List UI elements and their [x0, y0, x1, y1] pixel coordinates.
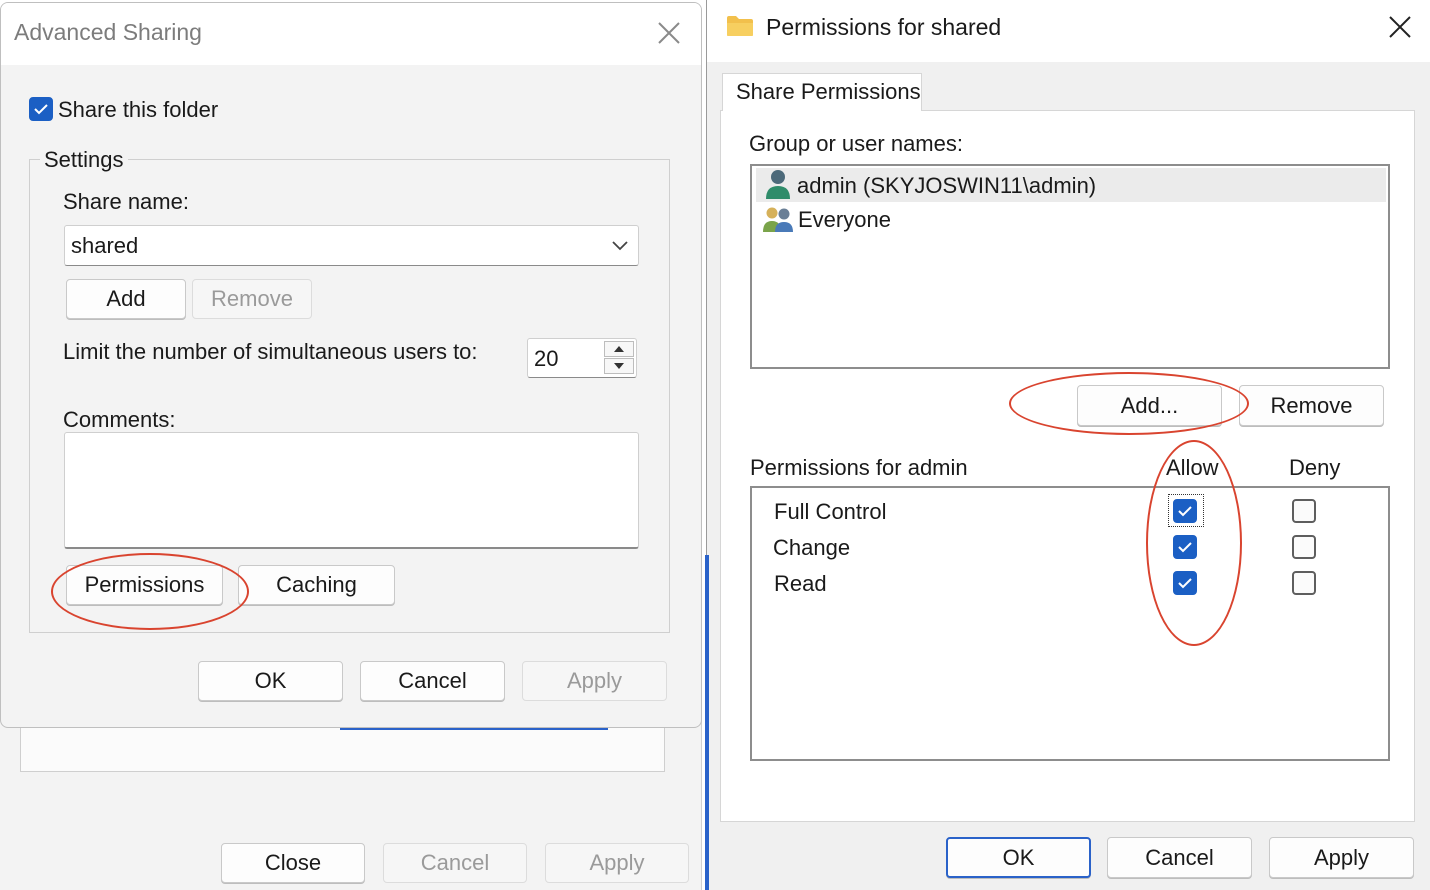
comments-label: Comments: [63, 407, 176, 432]
user-limit-value: 20 [534, 346, 559, 371]
group-names-label: Group or user names: [749, 131, 963, 156]
background-progress-line [340, 728, 608, 730]
dialog-title: Advanced Sharing [14, 19, 202, 45]
add-share-button[interactable]: Add [66, 279, 186, 319]
permissions-for-label: Permissions for admin [750, 455, 968, 480]
apply-button[interactable]: Apply [522, 661, 667, 701]
share-name-value: shared [71, 233, 139, 258]
share-name-combobox[interactable]: shared [64, 225, 639, 266]
permissions-cancel-button[interactable]: Cancel [1107, 837, 1252, 878]
remove-user-button[interactable]: Remove [1239, 385, 1384, 426]
deny-full-control-checkbox[interactable] [1292, 499, 1316, 523]
permissions-table [750, 486, 1390, 761]
permission-name-read: Read [774, 571, 827, 596]
deny-read-checkbox[interactable] [1292, 571, 1316, 595]
folder-icon [726, 14, 754, 38]
permissions-dialog-title: Permissions for shared [766, 14, 1002, 40]
spin-up-icon[interactable] [604, 341, 634, 357]
user-name-everyone[interactable]: Everyone [798, 207, 891, 233]
share-name-label: Share name: [63, 189, 189, 214]
ok-button[interactable]: OK [198, 661, 343, 701]
user-limit-spinbox[interactable]: 20 [527, 338, 637, 378]
spin-down-icon[interactable] [604, 358, 634, 374]
tab-share-permissions[interactable]: Share Permissions [722, 73, 922, 111]
permissions-ok-button[interactable]: OK [946, 837, 1091, 878]
tab-label: Share Permissions [736, 79, 921, 104]
permission-name-change: Change [773, 535, 851, 560]
background-apply-button[interactable]: Apply [545, 843, 689, 883]
share-folder-label: Share this folder [58, 97, 219, 122]
background-cancel-button[interactable]: Cancel [383, 843, 527, 883]
permissions-apply-button[interactable]: Apply [1269, 837, 1414, 878]
deny-change-checkbox[interactable] [1292, 535, 1316, 559]
share-folder-checkbox[interactable] [29, 97, 53, 121]
add-highlight-annotation [1009, 372, 1249, 435]
background-close-button[interactable]: Close [221, 843, 365, 883]
permissions-highlight-annotation [51, 553, 249, 630]
chevron-down-icon[interactable] [611, 238, 629, 252]
users-group-icon [762, 205, 794, 233]
close-icon[interactable] [655, 19, 683, 47]
remove-share-button[interactable]: Remove [192, 279, 312, 319]
deny-column-header: Deny [1289, 455, 1341, 480]
cancel-button[interactable]: Cancel [360, 661, 505, 701]
permission-name-full-control: Full Control [774, 499, 887, 524]
window-left-edge-accent [705, 555, 709, 890]
user-name-admin: admin (SKYJOSWIN11\admin) [797, 173, 1097, 198]
settings-group-label: Settings [40, 147, 128, 173]
comments-textarea[interactable] [64, 432, 639, 549]
user-icon [764, 168, 792, 200]
close-icon[interactable] [1386, 13, 1414, 41]
caching-button[interactable]: Caching [238, 565, 395, 605]
allow-column-highlight-annotation [1146, 440, 1242, 646]
user-limit-label: Limit the number of simultaneous users t… [63, 339, 478, 364]
